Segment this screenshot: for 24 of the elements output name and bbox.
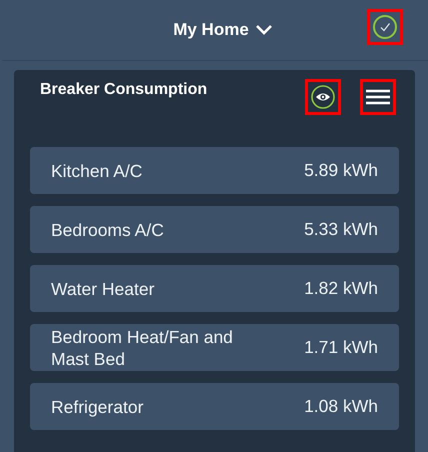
- breaker-row[interactable]: Refrigerator 1.08 kWh: [30, 383, 399, 430]
- energy-value: 1.08 kWh: [304, 396, 378, 417]
- check-icon: [372, 14, 398, 40]
- check-button[interactable]: [367, 9, 403, 45]
- view-button[interactable]: [305, 79, 341, 115]
- energy-value: 1.82 kWh: [304, 278, 378, 299]
- breaker-name: Water Heater: [51, 278, 154, 300]
- eye-icon: [310, 84, 336, 110]
- breaker-row[interactable]: Water Heater 1.82 kWh: [30, 265, 399, 312]
- breaker-name: Bedrooms A/C: [51, 218, 164, 240]
- menu-button[interactable]: [360, 79, 396, 115]
- breaker-name: Bedroom Heat/Fan and Mast Bed: [51, 326, 234, 370]
- menu-icon: [366, 89, 390, 105]
- chevron-down-icon: [254, 24, 273, 36]
- energy-value: 5.89 kWh: [304, 160, 378, 181]
- energy-value: 5.33 kWh: [304, 219, 378, 240]
- breaker-row[interactable]: Bedroom Heat/Fan and Mast Bed 1.71 kWh: [30, 324, 399, 371]
- breaker-name: Kitchen A/C: [51, 160, 142, 182]
- breaker-row[interactable]: Kitchen A/C 5.89 kWh: [30, 147, 399, 194]
- energy-value: 1.71 kWh: [304, 337, 378, 358]
- card-title: Breaker Consumption: [40, 81, 208, 99]
- home-selector[interactable]: My Home: [173, 20, 273, 40]
- breaker-name: Refrigerator: [51, 396, 144, 418]
- breaker-row[interactable]: Bedrooms A/C 5.33 kWh: [30, 206, 399, 253]
